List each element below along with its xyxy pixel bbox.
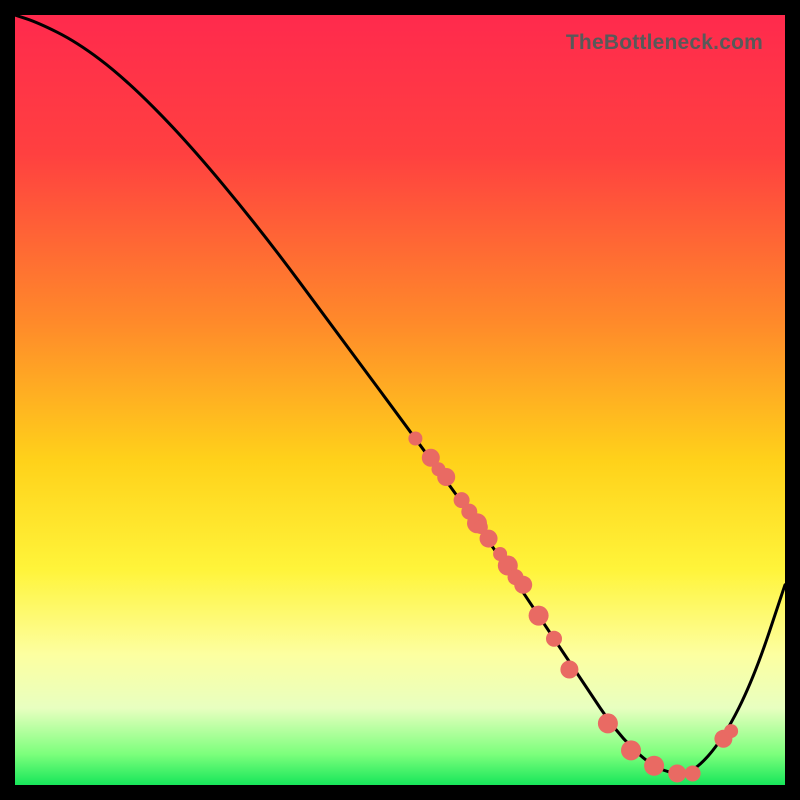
data-point bbox=[724, 724, 738, 738]
data-point bbox=[598, 713, 618, 733]
data-point bbox=[685, 765, 701, 781]
plot-area: TheBottleneck.com bbox=[15, 15, 785, 785]
data-point bbox=[644, 756, 664, 776]
data-point bbox=[621, 740, 641, 760]
data-point bbox=[560, 661, 578, 679]
data-point bbox=[437, 468, 455, 486]
data-point bbox=[480, 530, 498, 548]
watermark-label: TheBottleneck.com bbox=[566, 31, 763, 55]
data-point bbox=[668, 764, 686, 782]
marker-layer bbox=[15, 15, 785, 785]
data-point bbox=[529, 606, 549, 626]
chart-stage: TheBottleneck.com bbox=[0, 0, 800, 800]
data-point bbox=[546, 631, 562, 647]
data-point bbox=[514, 576, 532, 594]
data-point bbox=[408, 432, 422, 446]
